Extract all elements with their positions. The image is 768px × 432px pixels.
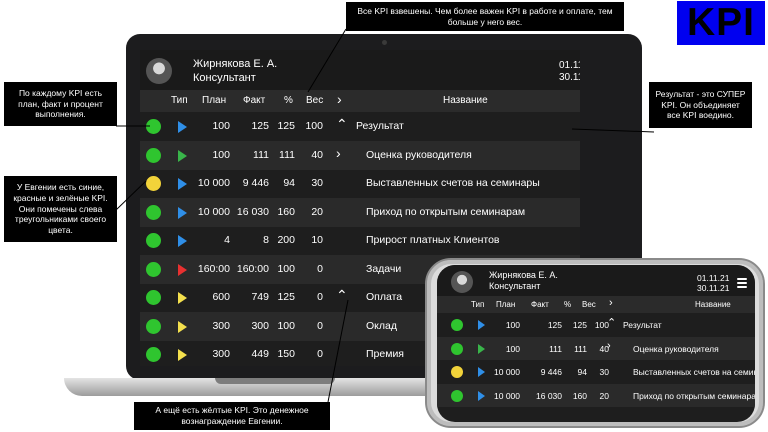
callout-yellow-kpi: А ещё есть жёлтые KPI. Это денежное возн… — [134, 402, 330, 430]
callout-colors: У Евгении есть синие, красные и зелёные … — [4, 176, 117, 242]
kpi-logo: KPI — [677, 1, 765, 45]
callout-plan-fact: По каждому KPI есть план, факт и процент… — [4, 82, 117, 126]
callout-result: Результат - это СУПЕР KPI. Он объединяет… — [649, 82, 752, 128]
callout-weights: Все KPI взвешены. Чем более важен KPI в … — [346, 2, 624, 31]
